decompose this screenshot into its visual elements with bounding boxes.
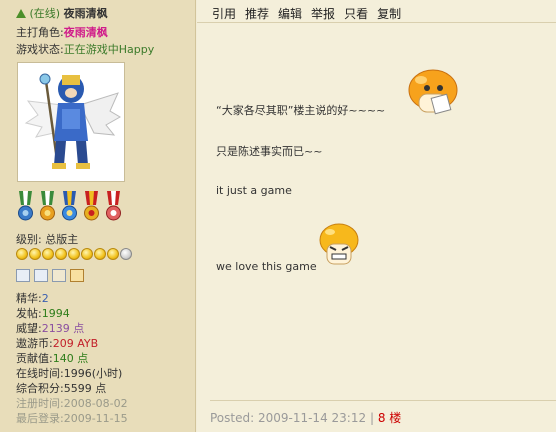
post-line: 只是陈述事实而已~~ <box>216 145 323 158</box>
profile-card-icon[interactable] <box>16 269 30 282</box>
divider <box>197 22 556 23</box>
stat-value: 2008-08-02 <box>63 397 128 410</box>
stat-value: 1996(小时) <box>63 367 123 380</box>
stat-row: 注册时间:2008-08-02 <box>16 395 128 411</box>
online-icon <box>16 9 26 18</box>
post-footer: Posted: 2009-11-14 23:12 | 8 楼 <box>210 409 401 426</box>
online-status: (在线) <box>29 7 61 20</box>
gold-star-icon <box>42 248 54 260</box>
stat-value: 5599 点 <box>63 382 107 395</box>
copy-button[interactable]: 复制 <box>377 5 401 22</box>
stat-label: 发帖: <box>16 307 42 320</box>
message-icon[interactable] <box>34 269 48 282</box>
stat-label: 注册时间: <box>16 397 64 410</box>
gold-star-icon <box>29 248 41 260</box>
game-status-row: 游戏状态:正在游戏中Happy <box>16 41 154 57</box>
post-toolbar: 引用 推荐 编辑 举报 只看 复制 <box>212 5 401 22</box>
stat-value: 209 AYB <box>52 337 99 350</box>
stat-label: 在线时间: <box>16 367 64 380</box>
role-row: 主打角色:夜雨清枫 <box>16 24 108 40</box>
separator: | <box>369 411 374 425</box>
stat-value: 2009-11-15 <box>63 412 128 425</box>
silver-star-icon <box>120 248 132 260</box>
stat-row: 贡献值:140 点 <box>16 350 88 366</box>
game-status-value: 正在游戏中Happy <box>63 43 155 56</box>
user-actions <box>16 269 84 282</box>
level-row: 级别: 总版主 <box>16 231 78 247</box>
gold-star-icon <box>16 248 28 260</box>
stat-row: 最后登录:2009-11-15 <box>16 410 128 426</box>
stat-row: 综合积分:5599 点 <box>16 380 106 396</box>
stat-label: 最后登录: <box>16 412 64 425</box>
stat-label: 精华: <box>16 292 42 305</box>
gold-star-icon <box>68 248 80 260</box>
post-line: we love this game <box>216 260 317 273</box>
posted-time: Posted: 2009-11-14 23:12 <box>210 411 367 425</box>
post-area: 引用 推荐 编辑 举报 只看 复制 “大家各尽其职”楼主说的好~~~~ 只是陈述… <box>197 0 556 432</box>
medal-icon[interactable] <box>16 191 35 223</box>
medal-icon[interactable] <box>38 191 57 223</box>
stat-label: 综合积分: <box>16 382 64 395</box>
gold-star-icon <box>107 248 119 260</box>
divider <box>210 400 556 401</box>
game-status-label: 游戏状态: <box>16 43 64 56</box>
angry-mushroom-emoticon-icon <box>319 223 359 265</box>
stat-label: 贡献值: <box>16 352 53 365</box>
role-value[interactable]: 夜雨清枫 <box>64 26 108 39</box>
post-line: it just a game <box>216 184 292 197</box>
add-friend-icon[interactable] <box>52 269 66 282</box>
stat-row: 遨游币:209 AYB <box>16 335 98 351</box>
stat-value: 2 <box>41 292 49 305</box>
post-line: “大家各尽其职”楼主说的好~~~~ <box>216 104 386 117</box>
stat-row: 发帖:1994 <box>16 305 70 321</box>
user-profile-panel: (在线) 夜雨清枫 主打角色:夜雨清枫 游戏状态:正在游戏中Happy 级别: … <box>0 0 196 432</box>
stat-value: 140 点 <box>52 352 89 365</box>
level-label: 级别: <box>16 233 42 246</box>
stat-row: 在线时间:1996(小时) <box>16 365 122 381</box>
gold-star-icon <box>94 248 106 260</box>
avatar-image <box>24 73 121 169</box>
gold-star-icon <box>81 248 93 260</box>
floor-number[interactable]: 8 楼 <box>378 411 401 425</box>
stat-label: 遨游币: <box>16 337 53 350</box>
level-value: 总版主 <box>45 233 79 246</box>
medals <box>16 191 123 223</box>
homepage-icon[interactable] <box>70 269 84 282</box>
online-row: (在线) 夜雨清枫 <box>16 5 108 21</box>
medal-icon[interactable] <box>82 191 101 223</box>
stat-label: 威望: <box>16 322 42 335</box>
recommend-button[interactable]: 推荐 <box>245 5 269 22</box>
rank-stars <box>16 248 132 260</box>
stat-row: 威望:2139 点 <box>16 320 84 336</box>
stat-value: 2139 点 <box>41 322 85 335</box>
role-label: 主打角色: <box>16 26 64 39</box>
medal-icon[interactable] <box>60 191 79 223</box>
avatar[interactable] <box>17 62 125 182</box>
medal-icon[interactable] <box>104 191 123 223</box>
username[interactable]: 夜雨清枫 <box>64 7 108 20</box>
edit-button[interactable]: 编辑 <box>278 5 302 22</box>
stat-value: 1994 <box>41 307 70 320</box>
stat-row: 精华:2 <box>16 290 49 306</box>
only-view-button[interactable]: 只看 <box>344 5 368 22</box>
report-button[interactable]: 举报 <box>311 5 335 22</box>
quote-button[interactable]: 引用 <box>212 5 236 22</box>
gold-star-icon <box>55 248 67 260</box>
mushroom-emoticon-icon <box>408 69 458 115</box>
